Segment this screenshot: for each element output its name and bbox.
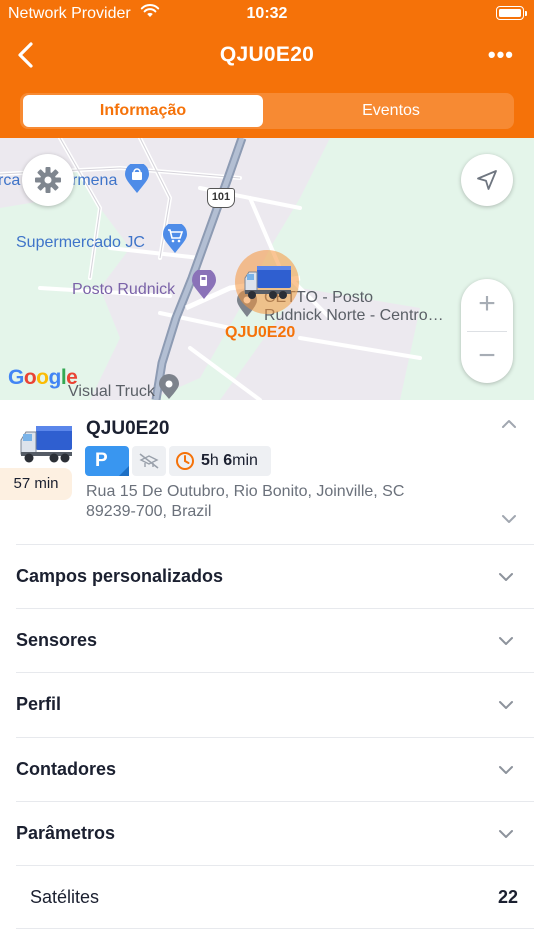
section-label: Campos personalizados	[16, 566, 224, 586]
section-campos-personalizados[interactable]: Campos personalizados	[16, 544, 534, 608]
google-logo: Google	[8, 366, 78, 389]
battery-icon	[496, 6, 527, 20]
map-view[interactable]: 101 rca rmena Supermercado JC Posto Rudn…	[0, 138, 534, 400]
section-label: Parâmetros	[16, 823, 116, 843]
clock-icon	[176, 452, 194, 470]
chevron-down-icon	[499, 766, 513, 774]
vehicle-card[interactable]: 57 min QJU0E20 P 5h 6min Rua 15 De Outub…	[0, 400, 534, 544]
map-vehicle-label: QJU0E20	[225, 324, 296, 341]
chevron-down-icon	[499, 637, 513, 645]
parameter-row-satelites: Satélites 22	[16, 865, 534, 929]
zoom-in-button[interactable]: +	[461, 279, 513, 331]
app-header: Network Provider 10:32 QJU0E20 ••• Infor…	[0, 0, 534, 138]
chevron-down-icon[interactable]	[501, 514, 517, 524]
map-label-supermarket: Supermercado JC	[16, 234, 145, 251]
nav-bar: QJU0E20 •••	[0, 32, 534, 82]
gps-signal-badge	[132, 446, 166, 476]
gas-pump-icon	[192, 270, 216, 299]
chevron-up-icon[interactable]	[501, 419, 517, 429]
more-options-button[interactable]: •••	[488, 42, 514, 68]
satellite-off-icon	[139, 453, 159, 469]
vehicle-address: Rua 15 De Outubro, Rio Bonito, Joinville…	[86, 483, 405, 520]
zoom-out-button[interactable]: −	[461, 331, 513, 383]
shopping-bag-icon	[125, 164, 149, 193]
engine-time-text: 5h 6min	[201, 452, 258, 469]
section-perfil[interactable]: Perfil	[16, 672, 534, 736]
map-label-gas-station: Posto Rudnick	[72, 281, 176, 298]
segmented-control: Informação Eventos	[20, 93, 514, 129]
chevron-down-icon	[499, 573, 513, 581]
tab-informacao[interactable]: Informação	[23, 95, 263, 127]
clock-time: 10:32	[246, 5, 288, 22]
section-sensores[interactable]: Sensores	[16, 608, 534, 672]
gear-icon	[35, 167, 61, 193]
vehicle-name: QJU0E20	[86, 418, 170, 439]
highway-shield: 101	[207, 188, 235, 208]
parameter-value: 22	[497, 887, 518, 907]
tab-eventos[interactable]: Eventos	[271, 95, 511, 127]
section-parametros[interactable]: Parâmetros	[16, 801, 534, 865]
stop-duration-badge: 57 min	[0, 468, 72, 500]
locate-button[interactable]	[461, 154, 513, 206]
parameter-label: Satélites	[30, 887, 100, 907]
zoom-control: + −	[461, 279, 513, 383]
vehicle-truck-icon	[20, 426, 72, 463]
vehicle-marker[interactable]	[235, 250, 299, 314]
section-label: Contadores	[16, 759, 117, 779]
location-arrow-icon	[477, 170, 497, 190]
parking-status-badge: P	[85, 446, 129, 476]
section-label: Sensores	[16, 630, 98, 650]
map-label-truck-poi: Visual Truck	[68, 383, 155, 400]
map-label-b: rmena	[72, 172, 118, 189]
map-label-a: rca	[0, 172, 21, 189]
highway-number: 101	[211, 191, 231, 203]
engine-time-badge: 5h 6min	[169, 446, 271, 476]
map-label-poi-line2: Rudnick Norte - Centro…	[264, 307, 444, 324]
page-title: QJU0E20	[219, 43, 315, 66]
chevron-down-icon	[499, 701, 513, 709]
status-bar: Network Provider 10:32	[0, 0, 534, 28]
map-settings-button[interactable]	[22, 154, 74, 206]
cart-icon	[163, 224, 187, 253]
truck-poi-pin-icon	[159, 374, 179, 399]
section-label: Perfil	[16, 694, 62, 714]
section-contadores[interactable]: Contadores	[16, 737, 534, 801]
truck-icon	[244, 266, 291, 299]
chevron-down-icon	[499, 830, 513, 838]
